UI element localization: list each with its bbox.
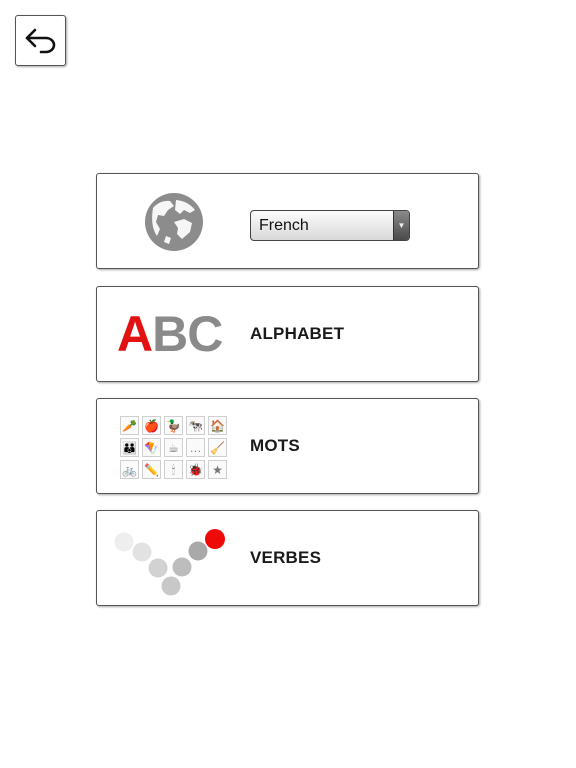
- mots-label: MOTS: [250, 436, 300, 455]
- word-tile-icon: 🥕: [120, 416, 139, 435]
- abc-logo: ABC: [117, 306, 223, 362]
- word-tile-icon: 👪: [120, 438, 139, 457]
- alphabet-card[interactable]: ABC ALPHABET: [96, 286, 479, 382]
- word-tile-icon: 🏠: [208, 416, 227, 435]
- select-arrow-icon[interactable]: ▼: [393, 211, 409, 240]
- mots-card[interactable]: 🥕 🍎 🦆 🐄 🏠 👪 🪁 ☕… 🧹 🚲 ✏️ 🕯 🐞 ★ MOTS: [96, 398, 479, 494]
- verbs-dots-icon: [114, 529, 225, 596]
- word-tile-icon: ★: [208, 460, 227, 479]
- word-tile-icon: 🐄: [186, 416, 205, 435]
- word-tile-icon: 🐞: [186, 460, 205, 479]
- word-tile-icon: ☕: [164, 438, 183, 457]
- word-tile-icon: 🍎: [142, 416, 161, 435]
- verbes-label: VERBES: [250, 548, 322, 567]
- word-tile-icon: 🧹: [208, 438, 227, 457]
- word-tile-icon: ✏️: [142, 460, 161, 479]
- verbes-card[interactable]: VERBES: [96, 510, 479, 606]
- alphabet-label: ALPHABET: [250, 324, 345, 343]
- word-tile-icon: 🦆: [164, 416, 183, 435]
- globe-icon: [145, 193, 203, 251]
- word-tile-icon: 🕯: [164, 460, 183, 479]
- language-card: French ▼: [96, 173, 479, 269]
- word-tile-icon: 🪁: [142, 438, 161, 457]
- language-select[interactable]: French ▼: [250, 210, 410, 241]
- word-tile-icon: …: [186, 438, 205, 457]
- back-arrow-icon: [25, 28, 55, 53]
- back-button[interactable]: [15, 15, 66, 66]
- language-select-value: French: [259, 217, 309, 234]
- word-tile-icon: 🚲: [120, 460, 139, 479]
- word-icons-grid: 🥕 🍎 🦆 🐄 🏠 👪 🪁 ☕… 🧹 🚲 ✏️ 🕯 🐞 ★: [120, 416, 227, 479]
